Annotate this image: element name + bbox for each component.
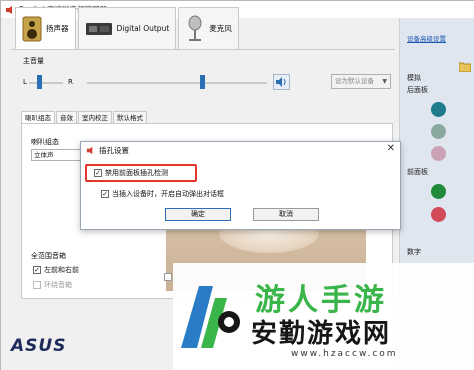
balance-right-label: R	[68, 78, 73, 86]
front-panel-label: 前面板	[407, 168, 428, 176]
front-lr-label: 左前和右前	[44, 266, 79, 274]
tab-digital-output-label: Digital Output	[116, 24, 170, 33]
surround-label: 环绕音箱	[44, 281, 72, 289]
advanced-settings-link[interactable]: 设备高级设置	[407, 33, 446, 43]
auto-popup-label: 当插入设备时，开启自动弹出对话框	[112, 190, 224, 198]
tab-speaker[interactable]: 扬声器	[15, 7, 76, 49]
auto-popup-option[interactable]: ✓ 当插入设备时，开启自动弹出对话框	[101, 189, 224, 199]
front-left-right-option[interactable]: ✓ 左前和右前	[33, 265, 79, 275]
digital-output-icon	[85, 22, 112, 35]
rear-jack-gray-green-icon[interactable]	[431, 124, 446, 139]
rear-jack-pink-icon[interactable]	[431, 146, 446, 161]
balance-slider-thumb[interactable]	[37, 75, 42, 89]
config-tabs: 喇叭组态 音效 室内校正 默认格式	[21, 111, 148, 123]
tab-sound-effects[interactable]: 音效	[56, 111, 77, 123]
watermark-url: www.hzaccw.com	[291, 349, 398, 359]
ok-button[interactable]: 确定	[165, 208, 231, 221]
tab-default-format[interactable]: 默认格式	[113, 111, 147, 123]
front-jack-pink-icon[interactable]	[431, 207, 446, 222]
watermark-line2: 安勤游戏网	[251, 319, 392, 349]
tab-digital-output[interactable]: Digital Output	[77, 7, 177, 49]
rear-jack-teal-icon[interactable]	[431, 102, 446, 117]
set-default-device-dropdown[interactable]: 设为默认设备 ▼	[331, 74, 391, 89]
front-jack-green-icon[interactable]	[431, 184, 446, 199]
tab-room-correction[interactable]: 室内校正	[78, 111, 112, 123]
speaker-config-label: 喇叭组态	[31, 138, 59, 146]
set-default-device-label: 设为默认设备	[335, 77, 374, 85]
volume-slider-track[interactable]	[87, 82, 267, 84]
surround-checkbox	[33, 281, 41, 289]
disable-front-jack-label: 禁用前面板插孔检测	[105, 169, 168, 177]
balance-slider-track[interactable]	[29, 82, 63, 84]
device-tabs: 扬声器 Digital Output 麦克风	[15, 7, 241, 49]
speaker-icon	[22, 16, 42, 41]
cancel-button[interactable]: 取消	[253, 208, 319, 221]
mute-button[interactable]	[273, 74, 290, 90]
auto-popup-checkbox[interactable]: ✓	[101, 190, 109, 198]
chevron-down-icon: ▼	[382, 78, 387, 85]
close-icon[interactable]: ✕	[387, 143, 395, 154]
audio-manager-window: Realtek高清晰音频管理器 扬声器 Digital Output	[0, 0, 474, 370]
volume-icon	[276, 77, 286, 87]
speaker-app-icon	[6, 5, 12, 14]
dialog-title-bar: 插孔设置	[86, 145, 129, 156]
analog-label: 模拟	[407, 74, 421, 82]
full-range-label: 全范围音箱	[31, 252, 66, 260]
tab-microphone[interactable]: 麦克风	[178, 7, 239, 49]
dialog-title: 插孔设置	[99, 146, 129, 155]
main-volume-label: 主音量	[23, 57, 44, 65]
balance-left-label: L	[23, 78, 27, 86]
jack-settings-dialog: 插孔设置 ✕	[80, 141, 401, 230]
tab-divider	[11, 49, 395, 50]
disable-front-jack-checkbox[interactable]: ✓	[94, 169, 102, 177]
rear-panel-label: 后面板	[407, 86, 428, 94]
extra-checkbox[interactable]	[164, 273, 172, 281]
tab-microphone-label: 麦克风	[209, 24, 232, 33]
microphone-icon	[188, 15, 202, 41]
surround-option: 环绕音箱	[33, 280, 72, 290]
front-lr-checkbox[interactable]: ✓	[33, 266, 41, 274]
asus-logo: ASUS	[11, 336, 67, 356]
watermark-logo-icon	[181, 286, 240, 348]
volume-slider-thumb[interactable]	[200, 75, 205, 89]
tab-speaker-config[interactable]: 喇叭组态	[21, 111, 55, 123]
speaker-app-icon	[86, 146, 93, 155]
tab-speaker-label: 扬声器	[46, 24, 69, 33]
disable-front-jack-detection-option[interactable]: ✓ 禁用前面板插孔检测	[94, 168, 168, 178]
digital-label: 数字	[407, 248, 421, 256]
folder-icon[interactable]	[459, 61, 471, 72]
